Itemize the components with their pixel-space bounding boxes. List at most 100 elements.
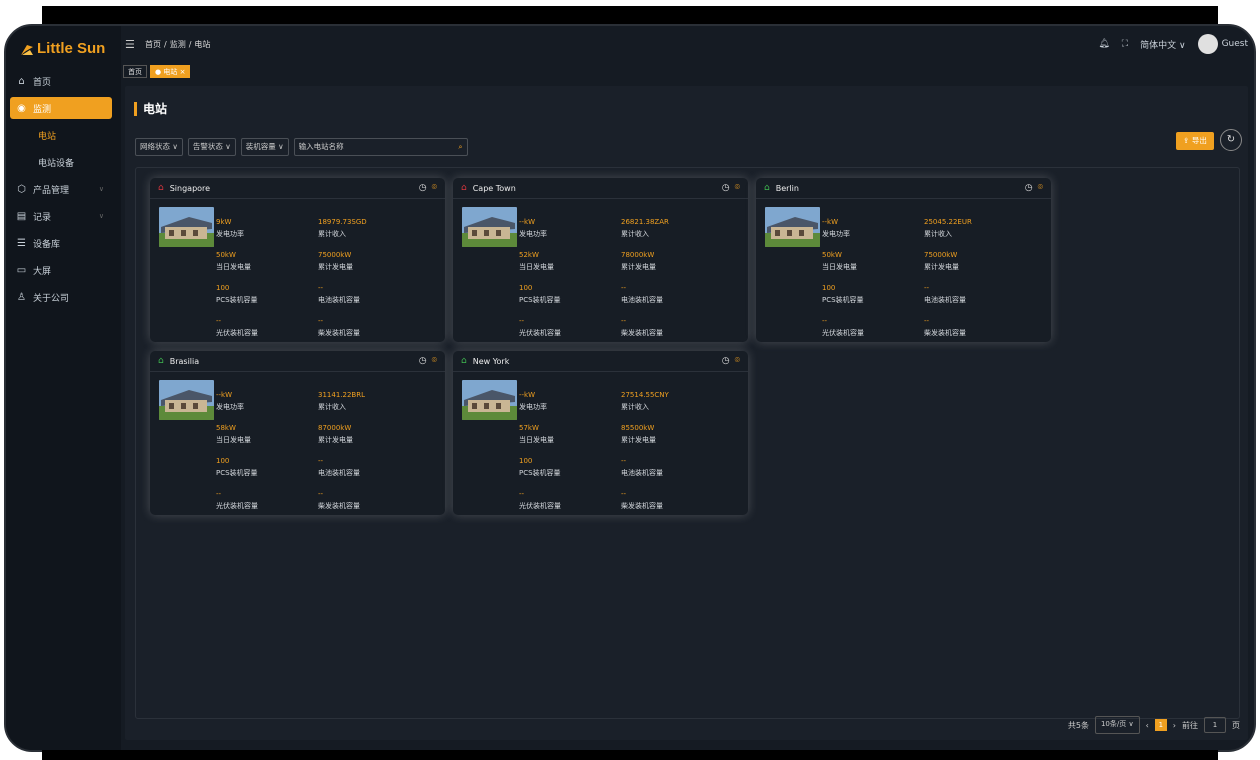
page-number[interactable]: 1 <box>1154 719 1167 731</box>
metric-income: 18979.73SGD 累计收入 <box>318 217 367 240</box>
station-photo <box>765 207 820 247</box>
station-card[interactable]: ⌂ Singapore ◷ ⌾ 9kW 发电功率 18979.73SGD 累计收入 50kW 当日… <box>150 178 445 342</box>
metric-label: 当日发电量 <box>519 436 554 444</box>
station-card[interactable]: ⌂ New York ◷ ⌾ --kW 发电功率 27514.55CNY 累计收入 57kW 当日… <box>453 351 748 515</box>
metric-pcs: 100 PCS装机容量 <box>822 283 864 306</box>
location-icon[interactable]: ⌾ <box>432 183 437 193</box>
metric-label: 光伏装机容量 <box>216 502 258 510</box>
metric-value: 75000kW <box>924 251 958 259</box>
network-status-select[interactable]: 网络状态 ∨ <box>135 138 183 156</box>
metric-label: 累计收入 <box>924 230 952 238</box>
goto-input[interactable]: 1 <box>1204 717 1226 733</box>
station-status-icon: ⌂ <box>461 183 467 193</box>
station-card-header: ⌂ Cape Town ◷ ⌾ <box>453 178 748 199</box>
metric-today: 52kW 当日发电量 <box>519 250 554 273</box>
tab-home[interactable]: 首页 <box>123 65 147 78</box>
station-card[interactable]: ⌂ Berlin ◷ ⌾ --kW 发电功率 25045.22EUR 累计收入 50kW 当日发电… <box>756 178 1051 342</box>
metric-value: 52kW <box>519 251 539 259</box>
clipboard-icon: ▤ <box>16 210 27 222</box>
location-icon[interactable]: ⌾ <box>432 356 437 366</box>
sidebar-item-product[interactable]: ⬡ 产品管理 ∨ <box>10 178 112 200</box>
metric-total: 75000kW 累计发电量 <box>318 250 353 273</box>
metric-power: --kW 发电功率 <box>822 217 850 240</box>
metric-value: 100 <box>822 284 836 292</box>
language-select[interactable]: 简体中文 ∨ <box>1140 38 1185 51</box>
metric-label: 电池装机容量 <box>924 296 966 304</box>
sidebar-item-label: 电站设备 <box>38 158 75 169</box>
menu-fold-icon[interactable]: ☰ <box>125 38 135 51</box>
metric-value: 50kW <box>216 251 236 259</box>
sidebar-item-about[interactable]: ♙ 关于公司 <box>10 286 112 308</box>
station-name[interactable]: Singapore <box>170 184 210 193</box>
sidebar-item-records[interactable]: ▤ 记录 ∨ <box>10 205 112 227</box>
metric-total: 75000kW 累计发电量 <box>924 250 959 273</box>
search-placeholder: 输入电站名称 <box>298 142 344 151</box>
metric-label: PCS装机容量 <box>822 296 864 304</box>
next-page-icon[interactable]: › <box>1173 721 1176 730</box>
header: ☰ 首页 / 监测 / 电站 🔔︎ ⛶ 简体中文 ∨ Guest <box>121 26 1254 60</box>
metric-value: 85500kW <box>621 424 655 432</box>
metric-power: 9kW 发电功率 <box>216 217 244 240</box>
capacity-select[interactable]: 装机容量 ∨ <box>240 138 289 156</box>
location-icon[interactable]: ⌾ <box>1038 183 1043 193</box>
station-name[interactable]: Brasilia <box>170 357 199 366</box>
metric-label: 累计收入 <box>318 230 346 238</box>
breadcrumb-item[interactable]: 监测 <box>170 40 186 49</box>
metric-label: 累计收入 <box>621 403 649 411</box>
sidebar-item-screen[interactable]: ▭ 大屏 <box>10 259 112 281</box>
tab-station[interactable]: ● 电站 × <box>150 65 191 78</box>
refresh-icon[interactable]: ↻ <box>1220 129 1242 151</box>
station-card-header: ⌂ New York ◷ ⌾ <box>453 351 748 372</box>
metric-value: 100 <box>519 284 533 292</box>
history-icon[interactable]: ◷ <box>1025 183 1033 193</box>
history-icon[interactable]: ◷ <box>722 183 730 193</box>
sidebar-item-library[interactable]: ☰ 设备库 <box>10 232 112 254</box>
metric-income: 26821.38ZAR 累计收入 <box>621 217 669 240</box>
metric-label: 电池装机容量 <box>318 296 360 304</box>
metric-value: -- <box>216 317 222 325</box>
station-name[interactable]: New York <box>473 357 510 366</box>
location-icon[interactable]: ⌾ <box>735 183 740 193</box>
metric-label: 累计收入 <box>318 403 346 411</box>
search-input[interactable]: 输入电站名称 ⌕ <box>293 138 468 156</box>
station-name[interactable]: Cape Town <box>473 184 516 193</box>
metric-label: 光伏装机容量 <box>216 329 258 337</box>
sidebar-item-station[interactable]: 电站 <box>10 124 112 146</box>
breadcrumb-item[interactable]: 首页 <box>145 40 161 49</box>
chevron-down-icon: ∨ <box>98 212 104 220</box>
prev-page-icon[interactable]: ‹ <box>1146 721 1149 730</box>
station-card[interactable]: ⌂ Cape Town ◷ ⌾ --kW 发电功率 26821.38ZAR 累计收入 52kW 当… <box>453 178 748 342</box>
metric-pv: -- 光伏装机容量 <box>822 316 864 339</box>
select-label: 告警状态 <box>192 142 223 151</box>
search-icon[interactable]: ⌕ <box>458 139 462 155</box>
fullscreen-icon[interactable]: ⛶ <box>1122 39 1128 49</box>
export-button[interactable]: ⇪ 导出 <box>1176 132 1214 150</box>
metric-label: 柴发装机容量 <box>318 502 360 510</box>
metric-value: 100 <box>216 457 230 465</box>
metric-value: -- <box>318 317 324 325</box>
metric-label: 累计发电量 <box>621 263 656 271</box>
alarm-status-select[interactable]: 告警状态 ∨ <box>187 138 236 156</box>
metric-label: 电池装机容量 <box>318 469 360 477</box>
history-icon[interactable]: ◷ <box>419 356 427 366</box>
metric-value: 31141.22BRL <box>318 391 365 399</box>
station-name[interactable]: Berlin <box>776 184 799 193</box>
metric-today: 50kW 当日发电量 <box>216 250 251 273</box>
sidebar-item-monitor[interactable]: ◉ 监测 <box>10 97 112 119</box>
station-card[interactable]: ⌂ Brasilia ◷ ⌾ --kW 发电功率 31141.22BRL 累计收入 58kW 当日… <box>150 351 445 515</box>
location-icon[interactable]: ⌾ <box>735 356 740 366</box>
metric-value: -- <box>924 317 930 325</box>
metric-pcs: 100 PCS装机容量 <box>519 283 561 306</box>
metric-power: --kW 发电功率 <box>519 390 547 413</box>
metric-today: 58kW 当日发电量 <box>216 423 251 446</box>
user-menu[interactable]: Guest <box>1197 34 1248 54</box>
metric-label: PCS装机容量 <box>216 296 258 304</box>
page-size-select[interactable]: 10条/页 ∨ <box>1094 716 1140 734</box>
users-icon: ♙ <box>17 291 26 303</box>
metric-battery: -- 电池装机容量 <box>318 456 360 479</box>
sidebar-item-home[interactable]: ⌂ 首页 <box>10 70 112 92</box>
history-icon[interactable]: ◷ <box>419 183 427 193</box>
history-icon[interactable]: ◷ <box>722 356 730 366</box>
sidebar-item-station-device[interactable]: 电站设备 <box>10 151 112 173</box>
bell-icon[interactable]: 🔔︎ <box>1098 39 1109 49</box>
